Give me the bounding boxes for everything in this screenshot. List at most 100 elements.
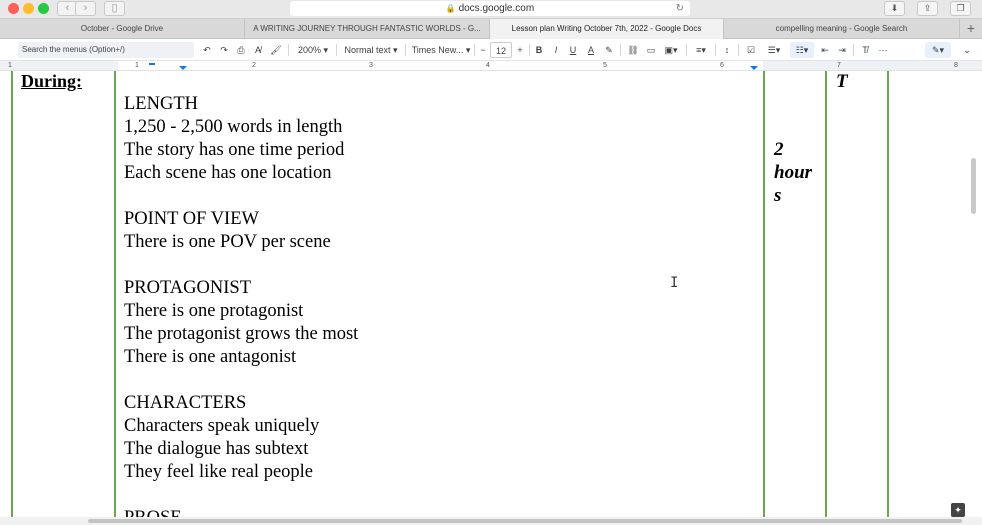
ruler-margin-left (0, 61, 118, 70)
tab-writing-journey[interactable]: A WRITING JOURNEY THROUGH FANTASTIC WORL… (245, 19, 490, 39)
ruler-number: 3 (369, 62, 373, 69)
toolbar-divider (405, 44, 406, 56)
ruler-number: 7 (837, 62, 841, 69)
italic-button[interactable]: I (550, 42, 562, 58)
editing-mode-icon[interactable]: ✎▾ (925, 42, 951, 58)
window-maximize-button[interactable] (38, 3, 49, 14)
table-border (887, 71, 889, 518)
sidebar-toggle-button[interactable]: ▯ (104, 1, 125, 16)
table-border (825, 71, 827, 518)
numbered-list-icon[interactable]: ☷▾ (790, 42, 814, 58)
during-label: During: (21, 71, 83, 91)
collapse-menus-icon[interactable]: ⌄ (960, 42, 974, 58)
new-tab-button[interactable]: + (960, 19, 982, 39)
tab-october-drive[interactable]: October - Google Drive (0, 19, 245, 39)
table-border (114, 71, 116, 518)
spellcheck-icon[interactable]: A̸ (252, 42, 264, 58)
body-line: Each scene has one location (124, 163, 332, 183)
browser-tab-bar: October - Google Drive A WRITING JOURNEY… (0, 19, 982, 39)
body-line: There is one antagonist (124, 347, 297, 367)
body-line: The protagonist grows the most (124, 324, 359, 344)
downloads-icon[interactable]: ⬇ (884, 1, 905, 16)
duration-unit-part: s (774, 185, 782, 206)
ruler-number: 4 (486, 62, 490, 69)
image-icon[interactable]: ▣▾ (661, 42, 681, 58)
ruler-number: 6 (720, 62, 724, 69)
style-select[interactable]: Normal text ▾ (340, 42, 402, 58)
share-icon[interactable]: ⇪ (917, 1, 938, 16)
column-letter: T (836, 71, 848, 92)
redo-icon[interactable]: ↷ (218, 42, 230, 58)
horizontal-scrollbar-track[interactable] (0, 517, 982, 525)
tabs-overview-icon[interactable]: ❐ (950, 1, 971, 16)
ruler-number: 5 (603, 62, 607, 69)
heading-point-of-view: POINT OF VIEW (124, 209, 259, 229)
toolbar-divider (738, 44, 739, 56)
explore-icon[interactable]: ✦ (951, 503, 965, 517)
duration-number: 2 (774, 139, 784, 160)
decrease-indent-icon[interactable]: ⇤ (818, 42, 832, 58)
window-minimize-button[interactable] (23, 3, 34, 14)
font-size-input[interactable]: 12 (490, 42, 512, 58)
toolbar-divider (715, 44, 716, 56)
print-icon[interactable]: ⎙ (235, 42, 247, 58)
body-line: The dialogue has subtext (124, 439, 309, 459)
font-select[interactable]: Times New... ▾ (410, 42, 472, 58)
increase-indent-icon[interactable]: ⇥ (835, 42, 849, 58)
lock-icon: 🔒 (445, 4, 456, 13)
tab-lesson-plan[interactable]: Lesson plan Writing October 7th, 2022 - … (490, 19, 724, 39)
table-border (763, 71, 765, 518)
more-options-icon[interactable]: ⋯ (876, 42, 890, 58)
toolbar-divider (529, 44, 530, 56)
text-color-button[interactable]: A (585, 42, 597, 58)
first-line-indent-marker[interactable] (149, 63, 155, 65)
reload-icon[interactable]: ↻ (676, 1, 684, 16)
tab-compelling-meaning[interactable]: compelling meaning - Google Search (724, 19, 960, 39)
style-value: Normal text (344, 45, 391, 55)
comment-icon[interactable]: ▭ (644, 42, 658, 58)
toolbar-divider (288, 44, 289, 56)
body-line: Characters speak uniquely (124, 416, 320, 436)
increase-font-size-button[interactable]: + (514, 42, 526, 58)
link-icon[interactable]: ⛓ (626, 42, 640, 58)
window-close-button[interactable] (8, 3, 19, 14)
vertical-scrollbar[interactable] (971, 158, 976, 214)
undo-icon[interactable]: ↶ (201, 42, 213, 58)
toolbar-divider (853, 44, 854, 56)
underline-button[interactable]: U (567, 42, 579, 58)
heading-protagonist: PROTAGONIST (124, 278, 251, 298)
ruler-number: 1 (135, 62, 139, 69)
body-line: 1,250 - 2,500 words in length (124, 117, 343, 137)
font-value: Times New... (411, 45, 464, 55)
zoom-value: 200% (297, 45, 321, 55)
highlight-icon[interactable]: ✎ (603, 42, 615, 58)
left-indent-marker[interactable] (179, 66, 187, 70)
toolbar-divider (686, 44, 687, 56)
text-cursor-icon: I (670, 275, 679, 291)
paint-format-icon[interactable]: 🖌 (270, 42, 282, 58)
browser-titlebar: ‹ › ▯ 🔒 docs.google.com ↻ ⬇ ⇪ ❐ (0, 0, 982, 19)
document-canvas[interactable]: During: T 2 hour s LENGTH 1,250 - 2,500 … (0, 71, 982, 518)
ruler-number: 2 (252, 62, 256, 69)
heading-characters: CHARACTERS (124, 393, 247, 413)
address-bar[interactable]: 🔒 docs.google.com ↻ (290, 1, 690, 16)
decrease-font-size-button[interactable]: − (477, 42, 489, 58)
heading-length: LENGTH (124, 94, 198, 114)
toolbar-divider (336, 44, 337, 56)
ruler-number: 1 (8, 62, 12, 69)
align-icon[interactable]: ≡▾ (691, 42, 711, 58)
bold-button[interactable]: B (533, 42, 545, 58)
ruler-number: 8 (954, 62, 958, 69)
forward-button[interactable]: › (75, 1, 96, 16)
menu-search-input[interactable]: Search the menus (Option+/) (18, 42, 194, 58)
line-spacing-icon[interactable]: ↕ (720, 42, 734, 58)
toolbar-divider (474, 44, 475, 56)
horizontal-scrollbar-thumb[interactable] (88, 519, 962, 523)
bulleted-list-icon[interactable]: ☰▾ (762, 42, 786, 58)
right-indent-marker[interactable] (750, 66, 758, 70)
clear-formatting-icon[interactable]: T̸ (858, 42, 872, 58)
zoom-select[interactable]: 200% ▾ (293, 42, 333, 58)
ruler[interactable]: 1 1 2 3 4 5 6 7 8 (0, 61, 982, 71)
checklist-icon[interactable]: ☑ (743, 42, 759, 58)
body-line: They feel like real people (124, 462, 314, 482)
